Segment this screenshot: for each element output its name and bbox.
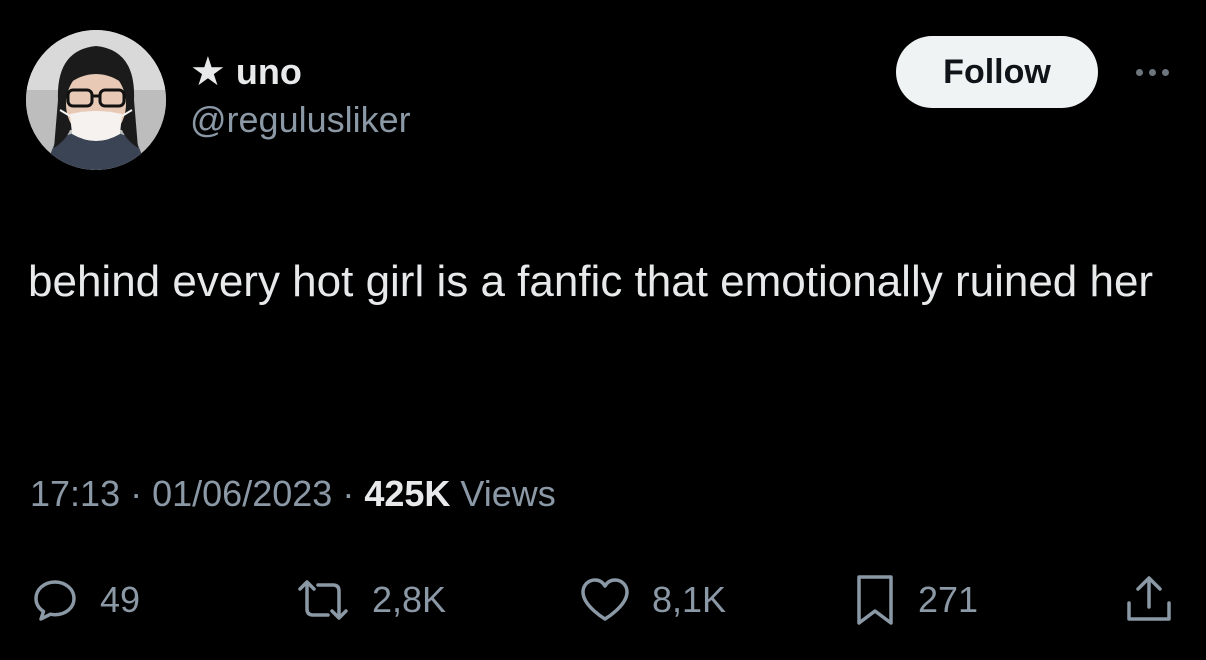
repost-button[interactable]: 2,8K [294, 570, 446, 630]
star-icon: ★ [190, 50, 226, 94]
reply-count: 49 [100, 579, 141, 620]
bookmark-count: 271 [918, 579, 979, 620]
user-info: ★ uno @regulusliker [190, 50, 411, 142]
tweet-text: behind every hot girl is a fanfic that e… [28, 257, 1154, 306]
heart-icon [581, 578, 629, 621]
views-label: Views [460, 473, 556, 514]
repost-icon [298, 580, 348, 620]
share-icon [1127, 576, 1171, 621]
bookmark-icon [857, 575, 893, 625]
avatar-photo [26, 30, 166, 170]
more-icon-dot [1161, 68, 1169, 76]
like-count: 8,1K [652, 579, 727, 620]
tweet-card: ★ uno @regulusliker Follow behind every … [0, 0, 1206, 660]
more-icon-dot [1148, 68, 1156, 76]
reply-button[interactable]: 49 [30, 570, 140, 630]
meta-separator: · [342, 473, 365, 514]
more-icon[interactable] [1126, 56, 1178, 88]
repost-count: 2,8K [372, 579, 447, 620]
reply-icon [34, 580, 76, 621]
share-button[interactable] [1122, 570, 1176, 630]
avatar[interactable] [26, 30, 166, 170]
tweet-time[interactable]: 17:13 [30, 473, 120, 514]
like-button[interactable]: 8,1K [578, 570, 726, 630]
tweet-meta: 17:13 · 01/06/2023 · 425K Views [30, 470, 556, 518]
user-handle[interactable]: @regulusliker [190, 98, 411, 142]
follow-button[interactable]: Follow [896, 36, 1098, 108]
views-count[interactable]: 425K [364, 473, 450, 514]
meta-separator: · [130, 473, 153, 514]
tweet-date[interactable]: 01/06/2023 [152, 473, 332, 514]
action-bar: 49 2,8K 8,1K 271 [0, 570, 1206, 630]
more-icon-dot [1135, 68, 1143, 76]
bookmark-button[interactable]: 271 [852, 570, 978, 630]
display-name[interactable]: ★ uno [190, 50, 411, 94]
display-name-text: uno [235, 51, 302, 92]
